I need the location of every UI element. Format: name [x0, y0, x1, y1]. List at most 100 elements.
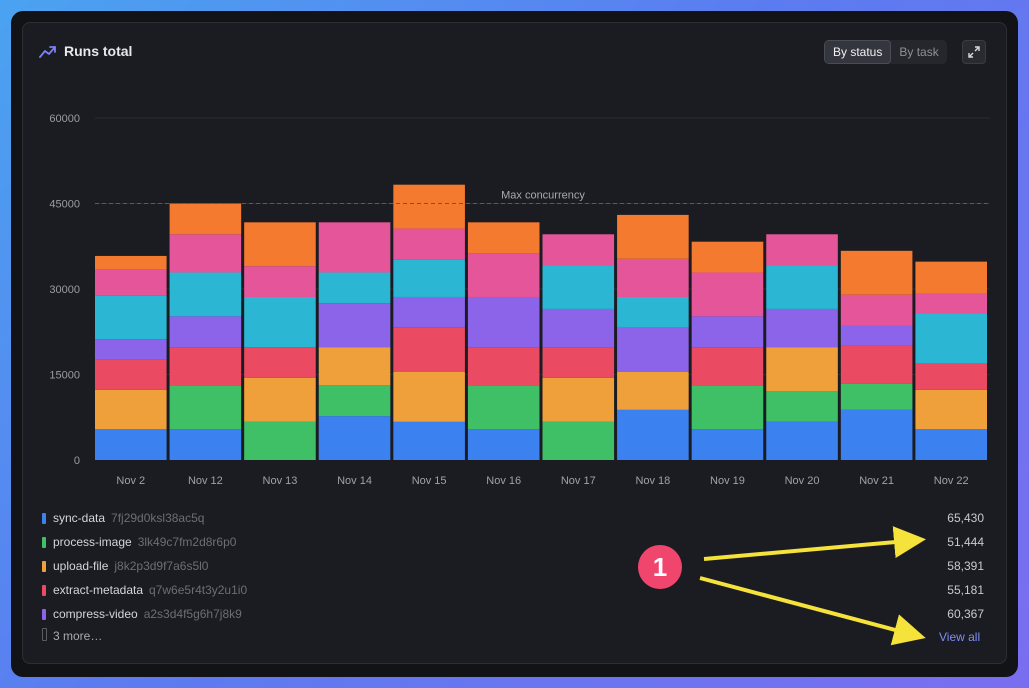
- x-tick-label: Nov 21: [859, 475, 894, 487]
- max-concurrency-label: Max concurrency: [501, 190, 585, 202]
- bar-segment-task-6: [915, 313, 987, 364]
- bar-segment-extract-metadata: [542, 347, 615, 378]
- bar-segment-compress-video: [542, 308, 615, 348]
- bar-segment-compress-video: [766, 308, 838, 348]
- bar-segment-compress-video: [840, 325, 913, 346]
- legend-total-value: 58,391: [947, 559, 984, 573]
- bar-segment-extract-metadata: [467, 347, 540, 386]
- bar-segment-task-8: [244, 222, 316, 267]
- bar-segment-process-image: [691, 385, 764, 430]
- bar-segment-task-7: [617, 258, 689, 297]
- bar-segment-task-7: [766, 234, 838, 266]
- bar-segment-sync-data: [915, 429, 987, 460]
- bar-segment-extract-metadata: [691, 347, 764, 386]
- legend-task-id: 3lk49c7fm2d8r6p0: [137, 535, 237, 549]
- bar-segment-process-image: [169, 385, 242, 430]
- bar-segment-task-7: [169, 234, 242, 273]
- bar-segment-task-8: [617, 214, 689, 259]
- legend-row-upload-file[interactable]: upload-file j8k2p3d9f7a6s5l0 58,391: [42, 556, 984, 576]
- bar-segment-task-8: [840, 250, 913, 295]
- annotation-badge: 1: [638, 545, 682, 589]
- legend-row-extract-metadata[interactable]: extract-metadata q7w6e5r4t3y2u1i0 55,181: [42, 580, 984, 600]
- legend-task-name: process-image 3lk49c7fm2d8r6p0: [53, 535, 237, 549]
- x-tick-label: Nov 2: [116, 475, 145, 487]
- bar-segment-task-7: [542, 234, 615, 266]
- bar-segment-sync-data: [169, 429, 242, 460]
- x-tick-label: Nov 16: [486, 475, 521, 487]
- legend-task-id: j8k2p3d9f7a6s5l0: [114, 559, 209, 573]
- x-tick-label: Nov 20: [785, 475, 820, 487]
- bar-segment-task-7: [691, 272, 764, 317]
- bar-segment-task-8: [95, 255, 167, 270]
- x-tick-label: Nov 18: [635, 475, 670, 487]
- bar-segment-extract-metadata: [915, 363, 987, 390]
- y-tick-label: 30000: [49, 284, 80, 296]
- bar-segment-sync-data: [691, 429, 764, 460]
- legend-task-id: a2s3d4f5g6h7j8k9: [143, 607, 242, 621]
- legend-row-process-image[interactable]: process-image 3lk49c7fm2d8r6p0 51,444: [42, 532, 984, 552]
- bar-segment-upload-file: [318, 347, 391, 386]
- legend-task-name: compress-video a2s3d4f5g6h7j8k9: [53, 607, 242, 621]
- bar-segment-task-6: [318, 272, 391, 304]
- bar-segment-sync-data: [766, 421, 838, 460]
- more-tasks-link[interactable]: 3 more…: [42, 628, 102, 643]
- x-tick-label: Nov 12: [188, 475, 223, 487]
- bar-segment-task-6: [766, 265, 838, 309]
- bar-segment-compress-video: [95, 339, 167, 360]
- legend-total-value: 55,181: [947, 583, 984, 597]
- bar-segment-task-6: [617, 296, 689, 328]
- legend-swatch: [42, 585, 46, 596]
- stacked-bar-chart: 0 15000 30000 45000 60000 Nov 2 Nov 12 Nov 13 No…: [49, 113, 990, 487]
- bar-segment-upload-file: [542, 377, 615, 422]
- bar-segment-upload-file: [244, 377, 316, 422]
- more-label: 3 more…: [53, 629, 103, 643]
- bar-segment-sync-data: [318, 416, 391, 460]
- legend-swatch: [42, 537, 46, 548]
- bar-segment-task-6: [393, 259, 465, 297]
- legend-swatch: [42, 513, 46, 524]
- bar-segment-process-image: [467, 385, 540, 430]
- bar-segment-extract-metadata: [393, 327, 465, 372]
- bar-segment-compress-video: [393, 296, 465, 328]
- legend-task-name: sync-data 7fj29d0ksl38ac5q: [53, 511, 205, 525]
- legend-total-value: 65,430: [947, 511, 984, 525]
- bar-segment-compress-video: [318, 303, 391, 348]
- bar-segment-sync-data: [617, 409, 689, 460]
- bar-segment-task-8: [393, 184, 465, 229]
- x-tick-label: Nov 22: [934, 475, 969, 487]
- bar-segment-extract-metadata: [95, 359, 167, 390]
- legend-row-sync-data[interactable]: sync-data 7fj29d0ksl38ac5q 65,430: [42, 508, 984, 528]
- legend-swatch: [42, 561, 46, 572]
- bar-segment-sync-data: [393, 421, 465, 460]
- view-all-link[interactable]: View all: [939, 630, 980, 644]
- bar-segment-task-8: [915, 261, 987, 294]
- more-swatch: [42, 628, 47, 641]
- y-tick-label: 15000: [49, 370, 80, 382]
- bar-segment-compress-video: [169, 316, 242, 348]
- bar-segment-compress-video: [691, 316, 764, 348]
- legend-task-name: extract-metadata q7w6e5r4t3y2u1i0: [53, 583, 248, 597]
- bar-segment-upload-file: [766, 347, 838, 392]
- bar-segment-process-image: [318, 385, 391, 417]
- x-tick-label: Nov 13: [263, 475, 298, 487]
- y-tick-label: 45000: [49, 199, 80, 211]
- bar-segment-compress-video: [467, 296, 540, 348]
- bar-segment-sync-data: [840, 409, 913, 460]
- bar-segment-compress-video: [617, 327, 689, 372]
- bar-segment-extract-metadata: [244, 347, 316, 378]
- bar-segment-task-6: [542, 265, 615, 309]
- legend-total-value: 51,444: [947, 535, 984, 549]
- bar-segment-upload-file: [95, 389, 167, 430]
- bar-segment-task-6: [95, 295, 167, 340]
- bar-segment-task-7: [467, 253, 540, 297]
- bar-segment-process-image: [244, 421, 316, 460]
- y-tick-label: 60000: [49, 113, 80, 125]
- legend-row-compress-video[interactable]: compress-video a2s3d4f5g6h7j8k9 60,367: [42, 604, 984, 624]
- bar-segment-task-7: [244, 266, 316, 297]
- bar-segment-task-6: [169, 272, 242, 317]
- bar-segment-extract-metadata: [169, 347, 242, 386]
- bar-segment-sync-data: [95, 429, 167, 460]
- legend-task-id: q7w6e5r4t3y2u1i0: [149, 583, 248, 597]
- legend-task-name: upload-file j8k2p3d9f7a6s5l0: [53, 559, 209, 573]
- bar-segment-upload-file: [393, 371, 465, 422]
